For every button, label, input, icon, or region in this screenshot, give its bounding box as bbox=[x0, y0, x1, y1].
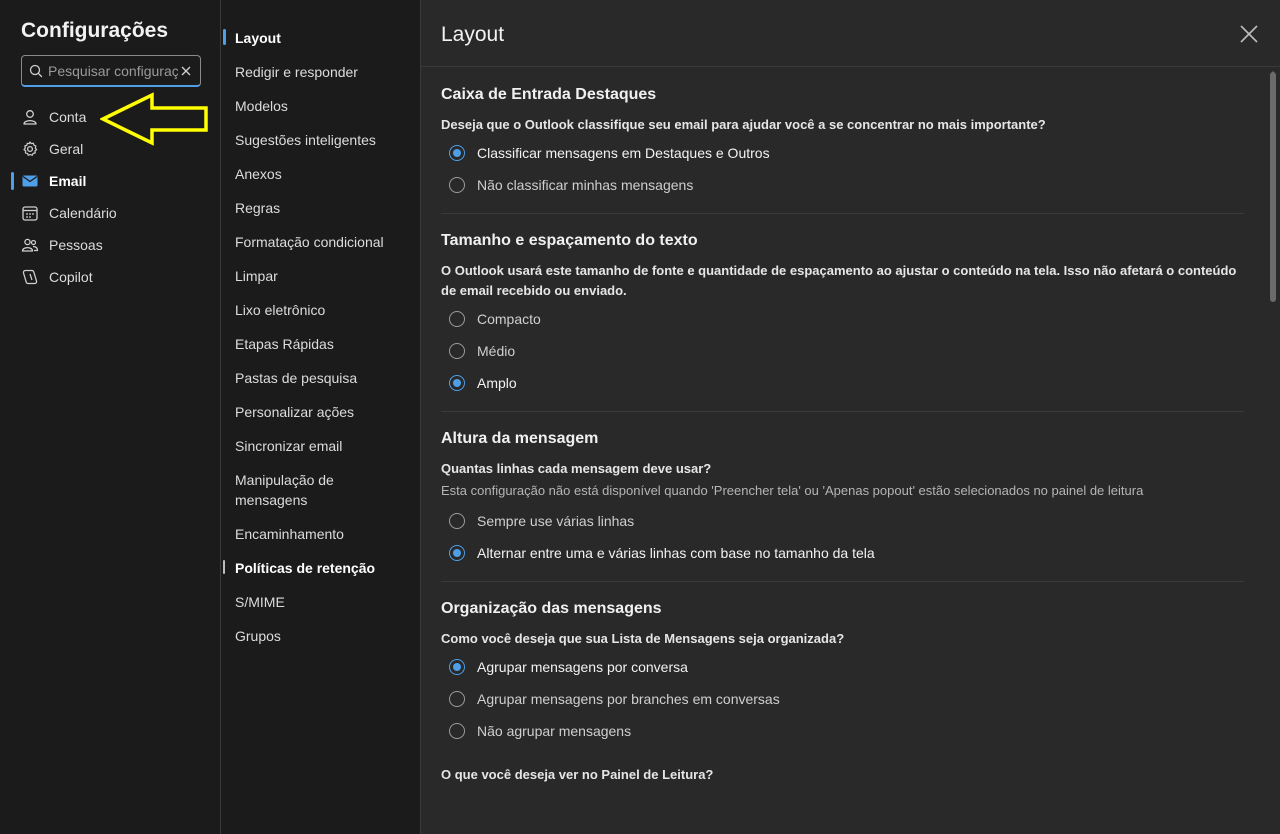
subnav-pastas[interactable]: Pastas de pesquisa bbox=[221, 361, 420, 395]
section-altura-mensagem: Altura da mensagem Quantas linhas cada m… bbox=[441, 429, 1244, 582]
radio-agrupar-conversa[interactable]: Agrupar mensagens por conversa bbox=[441, 651, 1244, 683]
search-input[interactable] bbox=[48, 62, 178, 79]
subnav-formatacao[interactable]: Formatação condicional bbox=[221, 225, 420, 259]
annotation-arrow bbox=[100, 92, 208, 146]
nav-item-email[interactable]: Email bbox=[0, 165, 220, 197]
subnav-smime[interactable]: S/MIME bbox=[221, 585, 420, 619]
radio-compacto[interactable]: Compacto bbox=[441, 303, 1244, 335]
subnav-layout[interactable]: Layout bbox=[221, 21, 420, 55]
copilot-icon bbox=[22, 269, 38, 285]
subnav-manipulacao[interactable]: Manipulação de mensagens bbox=[221, 463, 420, 517]
section-question: Quantas linhas cada mensagem deve usar? bbox=[441, 461, 712, 476]
radio-unselected-icon[interactable] bbox=[449, 691, 465, 707]
option-label: Sempre use várias linhas bbox=[477, 513, 635, 529]
subcategory-nav: Layout Redigir e responder Modelos Suges… bbox=[221, 21, 420, 653]
radio-medio[interactable]: Médio bbox=[441, 335, 1244, 367]
section-heading: Altura da mensagem bbox=[441, 430, 599, 447]
calendar-icon bbox=[22, 206, 38, 221]
subnav-grupos[interactable]: Grupos bbox=[221, 619, 420, 653]
section-heading: Tamanho e espaçamento do texto bbox=[441, 232, 698, 249]
radio-unselected-icon[interactable] bbox=[449, 513, 465, 529]
close-icon[interactable] bbox=[1238, 23, 1260, 45]
radio-nao-agrupar[interactable]: Não agrupar mensagens bbox=[441, 715, 1244, 747]
search-icon bbox=[29, 64, 43, 77]
radio-selected-icon[interactable] bbox=[449, 659, 465, 675]
option-label: Não agrupar mensagens bbox=[477, 723, 632, 739]
subnav-sugestoes[interactable]: Sugestões inteligentes bbox=[221, 123, 420, 157]
nav-item-calendario[interactable]: Calendário bbox=[0, 197, 220, 229]
subnav-sincronizar[interactable]: Sincronizar email bbox=[221, 429, 420, 463]
option-label: Médio bbox=[477, 343, 516, 359]
option-label: Amplo bbox=[477, 375, 517, 391]
subnav-redigir[interactable]: Redigir e responder bbox=[221, 55, 420, 89]
option-label: Classificar mensagens em Destaques e Out… bbox=[477, 145, 770, 161]
subnav-lixo[interactable]: Lixo eletrônico bbox=[221, 293, 420, 327]
section-question: O que você deseja ver no Painel de Leitu… bbox=[441, 767, 714, 782]
radio-classificar[interactable]: Classificar mensagens em Destaques e Out… bbox=[441, 137, 1244, 169]
subnav-limpar[interactable]: Limpar bbox=[221, 259, 420, 293]
subnav-personalizar[interactable]: Personalizar ações bbox=[221, 395, 420, 429]
settings-category-pane: Configurações Conta Geral bbox=[0, 0, 221, 834]
section-question: O Outlook usará este tamanho de fonte e … bbox=[441, 263, 1237, 298]
gear-icon bbox=[23, 141, 38, 156]
radio-amplo[interactable]: Amplo bbox=[441, 367, 1244, 399]
section-heading: Caixa de Entrada Destaques bbox=[441, 86, 657, 103]
radio-selected-icon[interactable] bbox=[449, 375, 465, 391]
option-label: Não classificar minhas mensagens bbox=[477, 177, 694, 193]
option-label: Compacto bbox=[477, 311, 541, 327]
radio-alternar-linhas[interactable]: Alternar entre uma e várias linhas com b… bbox=[441, 537, 1244, 569]
option-label: Agrupar mensagens por conversa bbox=[477, 659, 688, 675]
email-subcategory-pane: Layout Redigir e responder Modelos Suges… bbox=[221, 0, 421, 834]
radio-unselected-icon[interactable] bbox=[449, 723, 465, 739]
section-heading: Organização das mensagens bbox=[441, 600, 662, 617]
settings-content: Caixa de Entrada Destaques Deseja que o … bbox=[441, 68, 1244, 834]
subnav-encaminhamento[interactable]: Encaminhamento bbox=[221, 517, 420, 551]
subnav-etapas[interactable]: Etapas Rápidas bbox=[221, 327, 420, 361]
section-hint: Esta configuração não está disponível qu… bbox=[441, 483, 1144, 498]
settings-title: Configurações bbox=[21, 19, 169, 42]
nav-item-label: Copilot bbox=[49, 269, 93, 285]
option-label: Agrupar mensagens por branches em conver… bbox=[477, 691, 780, 707]
option-label: Alternar entre uma e várias linhas com b… bbox=[477, 545, 875, 561]
panel-header: Layout bbox=[421, 0, 1280, 67]
nav-item-label: Conta bbox=[49, 109, 87, 125]
radio-unselected-icon[interactable] bbox=[449, 311, 465, 327]
section-organizacao: Organização das mensagens Como você dese… bbox=[441, 599, 1244, 799]
section-question: Deseja que o Outlook classifique seu ema… bbox=[441, 117, 1046, 132]
section-tamanho-texto: Tamanho e espaçamento do texto O Outlook… bbox=[441, 231, 1244, 412]
mail-icon bbox=[22, 175, 38, 187]
nav-item-label: Pessoas bbox=[49, 237, 103, 253]
subnav-politicas[interactable]: Políticas de retenção bbox=[221, 551, 420, 585]
person-icon bbox=[23, 110, 37, 125]
nav-item-label: Email bbox=[49, 173, 87, 189]
subnav-anexos[interactable]: Anexos bbox=[221, 157, 420, 191]
subnav-regras[interactable]: Regras bbox=[221, 191, 420, 225]
panel-title: Layout bbox=[441, 23, 505, 46]
radio-agrupar-branches[interactable]: Agrupar mensagens por branches em conver… bbox=[441, 683, 1244, 715]
radio-selected-icon[interactable] bbox=[449, 145, 465, 161]
people-icon bbox=[21, 238, 39, 252]
section-question: Como você deseja que sua Lista de Mensag… bbox=[441, 631, 845, 646]
nav-item-label: Geral bbox=[49, 141, 84, 157]
clear-search-icon[interactable] bbox=[178, 63, 194, 79]
search-box[interactable] bbox=[21, 55, 201, 87]
nav-item-label: Calendário bbox=[49, 205, 117, 221]
radio-varias-linhas[interactable]: Sempre use várias linhas bbox=[441, 505, 1244, 537]
radio-selected-icon[interactable] bbox=[449, 545, 465, 561]
subnav-modelos[interactable]: Modelos bbox=[221, 89, 420, 123]
nav-item-pessoas[interactable]: Pessoas bbox=[0, 229, 220, 261]
nav-item-copilot[interactable]: Copilot bbox=[0, 261, 220, 293]
settings-content-pane: Layout Caixa de Entrada Destaques Deseja… bbox=[421, 0, 1280, 834]
radio-nao-classificar[interactable]: Não classificar minhas mensagens bbox=[441, 169, 1244, 201]
scrollbar-thumb[interactable] bbox=[1270, 72, 1276, 302]
section-caixa-destaques: Caixa de Entrada Destaques Deseja que o … bbox=[441, 85, 1244, 214]
radio-unselected-icon[interactable] bbox=[449, 177, 465, 193]
radio-unselected-icon[interactable] bbox=[449, 343, 465, 359]
